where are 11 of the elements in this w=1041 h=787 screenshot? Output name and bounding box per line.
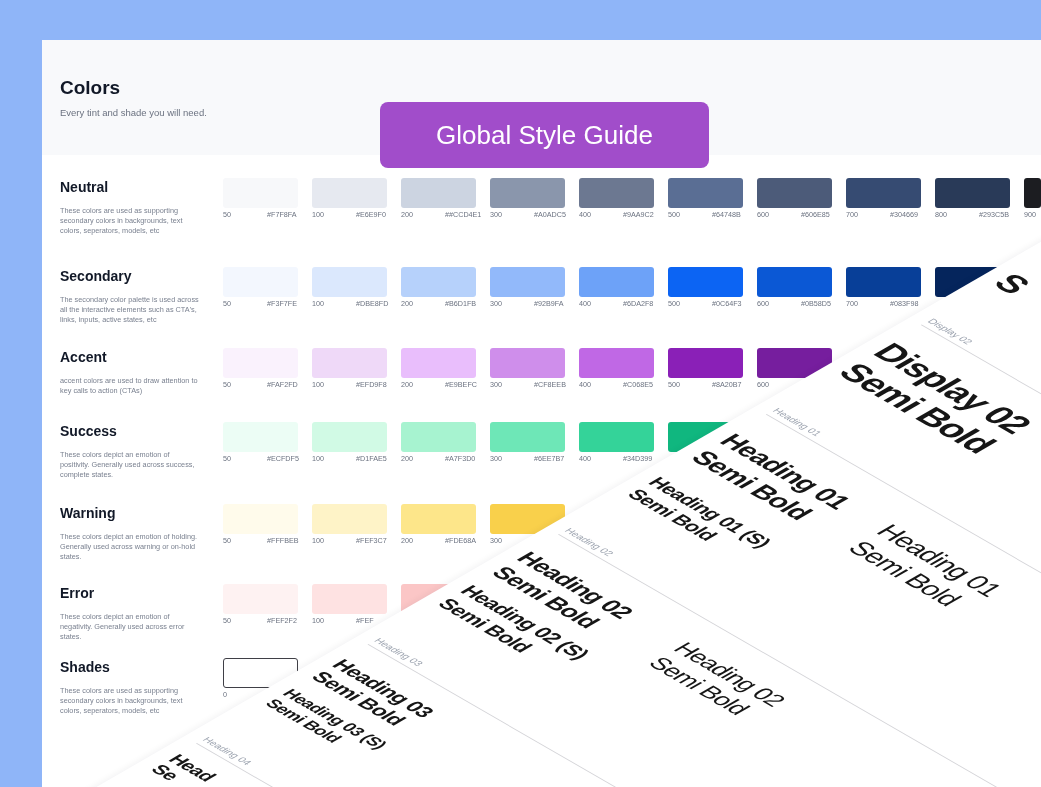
palette-title: Neutral [60,178,109,196]
palette-title: Accent [60,348,107,366]
palette-title: Warning [60,504,116,522]
page-title: Colors [60,76,121,100]
page-subtitle: Every tint and shade you will need. [60,106,207,119]
palette-title: Shades [60,658,110,676]
palette-title: Success [60,422,117,440]
title-banner: Global Style Guide [380,102,709,168]
specimen-text: S [984,268,1039,300]
palette-title: Error [60,584,95,602]
palette-title: Secondary [60,267,132,285]
